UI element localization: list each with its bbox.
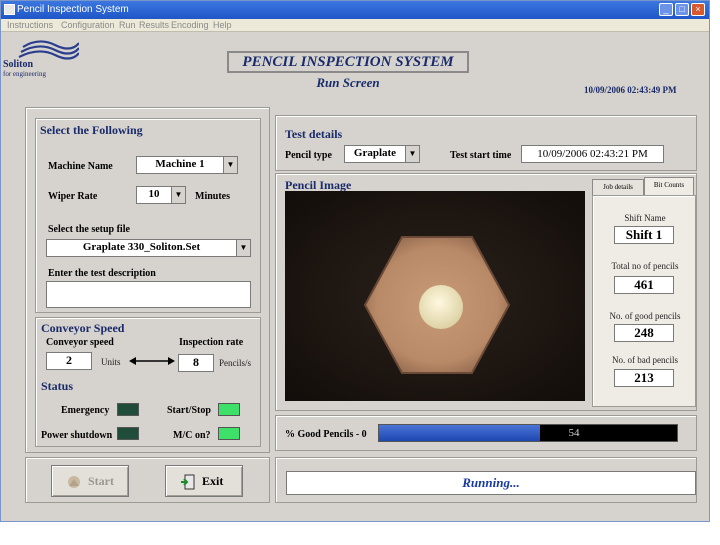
shift-value: Shift 1	[614, 226, 674, 244]
menu-help[interactable]: Help	[213, 20, 232, 30]
good-label: No. of good pencils	[609, 311, 681, 321]
conveyor-title: Conveyor Speed	[41, 321, 125, 335]
menu-results[interactable]: Results	[139, 20, 169, 30]
start-stop-label: Start/Stop	[167, 405, 211, 416]
double-arrow-icon	[129, 357, 175, 365]
pencil-type-select[interactable]: Graplate ▼	[344, 145, 420, 163]
good-pencils-progress: 54	[378, 424, 678, 442]
page-title: PENCIL INSPECTION SYSTEM	[227, 51, 469, 73]
maximize-icon[interactable]: □	[675, 3, 689, 16]
pencil-image	[285, 191, 585, 401]
progress-fill	[379, 425, 540, 441]
emergency-label: Emergency	[61, 405, 110, 416]
menu-run[interactable]: Run	[119, 20, 136, 30]
shift-label: Shift Name	[624, 213, 666, 223]
logo-name: Soliton	[3, 59, 34, 70]
bad-value: 213	[614, 369, 674, 387]
minimize-icon[interactable]: _	[659, 3, 673, 16]
pencil-type-label: Pencil type	[285, 150, 332, 161]
rate-unit: Pencils/s	[219, 358, 252, 368]
select-title: Select the Following	[40, 123, 143, 137]
start-stop-indicator	[218, 403, 240, 416]
window-title: Pencil Inspection System	[17, 4, 129, 15]
conveyor-speed-label: Conveyor speed	[46, 337, 114, 348]
progress-value: 54	[568, 427, 580, 439]
menu-instructions[interactable]: Instructions	[7, 20, 53, 30]
start-icon	[68, 476, 80, 488]
app-window: Pencil Inspection System _ □ × Instructi…	[0, 0, 710, 522]
close-icon[interactable]: ×	[691, 3, 705, 16]
chevron-down-icon[interactable]: ▼	[171, 187, 185, 203]
menu-bar: Instructions Configuration Run Results E…	[1, 19, 709, 32]
logo-tagline: for engineering	[3, 70, 46, 78]
mc-on-indicator	[218, 427, 240, 440]
chevron-down-icon[interactable]: ▼	[236, 240, 250, 256]
status-title: Status	[41, 379, 74, 393]
inspection-rate-input[interactable]: 8	[178, 354, 214, 372]
chevron-down-icon[interactable]: ▼	[405, 146, 419, 162]
conveyor-speed-input[interactable]: 2	[46, 352, 92, 370]
inspection-rate-label: Inspection rate	[179, 337, 244, 348]
speed-unit: Units	[101, 357, 121, 367]
exit-door-icon	[181, 474, 195, 490]
good-pencils-label: % Good Pencils - 0	[285, 429, 367, 440]
test-description-input[interactable]	[46, 281, 251, 308]
power-shutdown-label: Power shutdown	[41, 430, 113, 441]
power-shutdown-indicator	[117, 427, 139, 440]
good-value: 248	[614, 324, 674, 342]
menu-encoding[interactable]: Encoding	[171, 20, 209, 30]
tab-bit-counts[interactable]: Bit Counts	[644, 177, 694, 195]
desc-label: Enter the test description	[48, 268, 156, 279]
wiper-unit: Minutes	[195, 191, 230, 202]
app-icon	[4, 4, 15, 15]
total-value: 461	[614, 276, 674, 294]
wiper-label: Wiper Rate	[48, 191, 98, 202]
pencil-cross-section-image	[285, 191, 585, 401]
start-time-field: 10/09/2006 02:43:21 PM	[521, 145, 664, 163]
menu-configuration[interactable]: Configuration	[61, 20, 115, 30]
exit-button[interactable]: Exit	[165, 465, 243, 497]
current-datetime: 10/09/2006 02:43:49 PM	[584, 85, 677, 95]
start-button[interactable]: Start	[51, 465, 129, 497]
machine-select[interactable]: Machine 1 ▼	[136, 156, 238, 174]
screen-subtitle: Run Screen	[316, 75, 380, 90]
start-time-label: Test start time	[450, 150, 512, 161]
machine-label: Machine Name	[48, 161, 113, 172]
setup-file-select[interactable]: Graplate 330_Soliton.Set ▼	[46, 239, 251, 257]
bad-label: No. of bad pencils	[612, 355, 678, 365]
emergency-indicator	[117, 403, 139, 416]
setup-label: Select the setup file	[48, 224, 130, 235]
run-status: Running...	[286, 471, 696, 495]
chevron-down-icon[interactable]: ▼	[223, 157, 237, 173]
test-details-title: Test details	[285, 127, 343, 141]
wiper-rate-select[interactable]: 10 ▼	[136, 186, 186, 204]
mc-on-label: M/C on?	[173, 430, 211, 441]
tab-job-details[interactable]: Job details	[592, 179, 644, 195]
total-label: Total no of pencils	[611, 261, 679, 271]
title-bar: Pencil Inspection System _ □ ×	[1, 1, 709, 19]
